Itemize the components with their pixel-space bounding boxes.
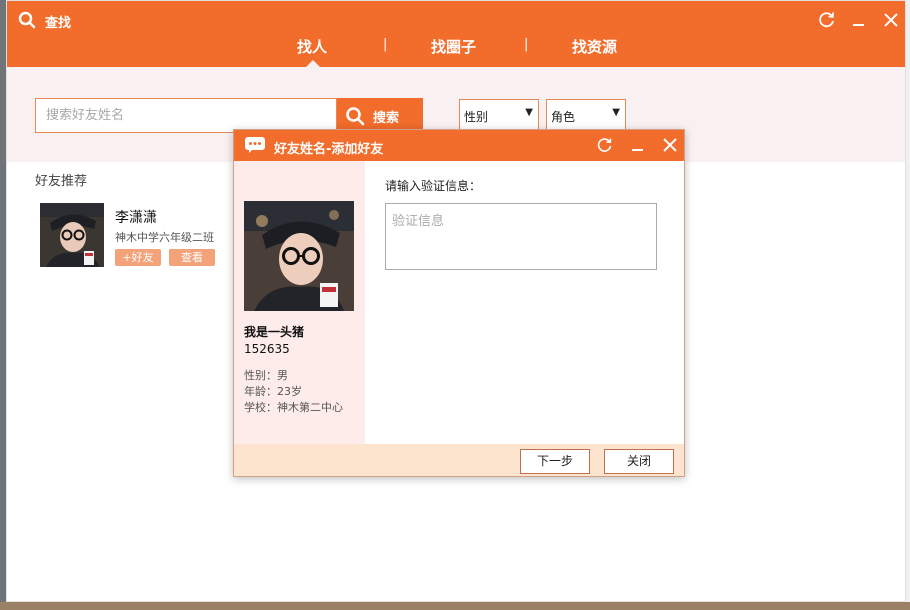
friend-name: 李潇潇 — [115, 210, 157, 226]
role-select-value: 角色 — [551, 110, 576, 124]
close-icon[interactable] — [881, 10, 901, 30]
tab-separator: | — [383, 37, 388, 52]
tab-find-circles[interactable]: 找圈子 — [431, 36, 476, 57]
add-friend-dialog: 好友姓名-添加好友 我是一头猪 152635 性别：男 年龄：23岁 学校：神木… — [233, 129, 685, 477]
search-button[interactable]: 搜索 — [337, 98, 423, 133]
profile-id: 152635 — [244, 342, 290, 356]
dialog-title: 好友姓名-添加好友 — [274, 142, 384, 157]
minimize-icon[interactable] — [629, 136, 647, 154]
verify-message-input[interactable] — [385, 203, 657, 270]
friend-recommend-title: 好友推荐 — [35, 174, 88, 189]
profile-name: 我是一头猪 — [244, 325, 305, 339]
avatar[interactable] — [40, 203, 104, 267]
window-titlebar: 查找 找人 | 找圈子 | 找资源 — [7, 1, 905, 67]
refresh-icon[interactable] — [817, 10, 837, 30]
tab-find-people[interactable]: 找人 — [297, 36, 327, 57]
tab-find-resources[interactable]: 找资源 — [572, 36, 617, 57]
verify-label: 请输入验证信息： — [385, 179, 482, 193]
profile-panel: 我是一头猪 152635 性别：男 年龄：23岁 学校：神木第二中心 — [234, 161, 365, 444]
friend-school: 神木中学六年级二班 — [115, 231, 214, 244]
desktop-taskbar — [0, 602, 910, 610]
profile-photo — [244, 201, 354, 311]
refresh-icon[interactable] — [596, 136, 614, 154]
profile-age: 年龄：23岁 — [244, 385, 302, 398]
next-step-button[interactable]: 下一步 — [520, 449, 590, 474]
dropdown-arrow-icon: ▼ — [525, 107, 533, 118]
profile-gender: 性别：男 — [244, 369, 288, 382]
gender-select[interactable]: 性别 ▼ — [459, 99, 539, 132]
role-select[interactable]: 角色 ▼ — [546, 99, 626, 132]
chat-bubble-icon — [245, 137, 265, 153]
dialog-footer: 下一步 关闭 — [234, 444, 684, 476]
search-icon — [18, 11, 36, 29]
view-friend-button[interactable]: 查看 — [169, 249, 215, 266]
close-button[interactable]: 关闭 — [604, 449, 674, 474]
dropdown-arrow-icon: ▼ — [612, 107, 620, 118]
close-icon[interactable] — [661, 136, 679, 154]
active-tab-indicator — [306, 60, 320, 67]
gender-select-value: 性别 — [464, 110, 489, 124]
tab-separator: | — [524, 37, 529, 52]
search-button-label: 搜索 — [373, 111, 400, 126]
friend-card: 李潇潇 神木中学六年级二班 +好友 查看 — [40, 203, 240, 273]
dialog-titlebar: 好友姓名-添加好友 — [234, 130, 684, 161]
window-title: 查找 — [45, 16, 72, 31]
search-input[interactable] — [35, 98, 337, 133]
minimize-icon[interactable] — [849, 10, 869, 30]
profile-school: 学校：神木第二中心 — [244, 401, 343, 414]
search-icon — [346, 107, 365, 126]
add-friend-button[interactable]: +好友 — [115, 249, 161, 266]
